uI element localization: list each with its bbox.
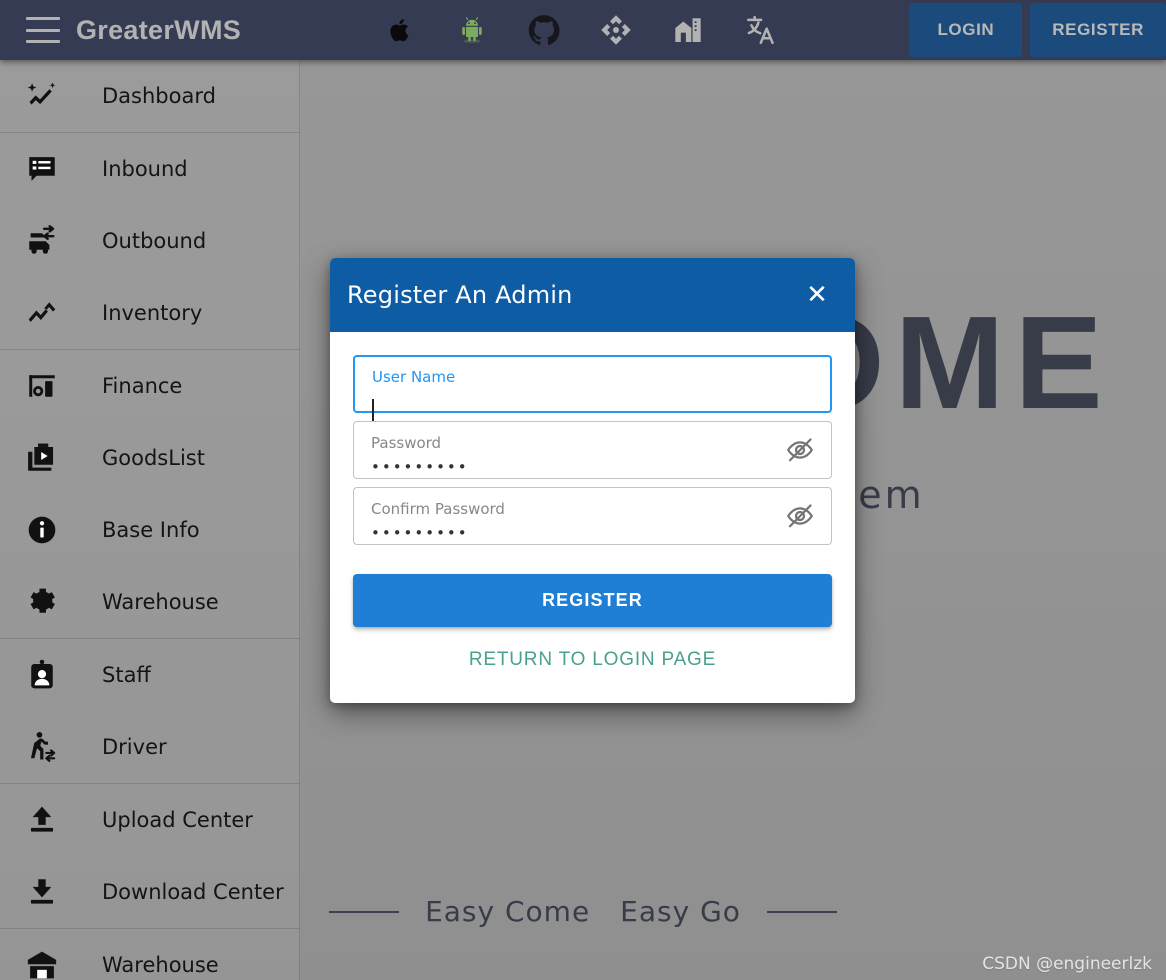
upload-arrow-icon bbox=[22, 800, 62, 840]
sidebar-item-label: Finance bbox=[102, 374, 183, 398]
sidebar-item-label: Warehouse bbox=[102, 953, 219, 977]
user-name-label: User Name bbox=[372, 368, 456, 386]
drawer-edge-divider bbox=[299, 60, 300, 980]
sidebar-drawer: Dashboard Inbound Outbound Inventory Finance… bbox=[0, 60, 300, 980]
info-circle-icon bbox=[22, 510, 62, 550]
inbound-list-icon bbox=[22, 149, 62, 189]
staff-badge-icon bbox=[22, 655, 62, 695]
warehouse-building-icon[interactable] bbox=[671, 13, 705, 47]
toolbar-icon-group bbox=[383, 13, 777, 47]
translate-icon[interactable] bbox=[743, 13, 777, 47]
confirm-password-field[interactable]: Confirm Password ••••••••• bbox=[353, 487, 832, 545]
sidebar-item-outbound[interactable]: Outbound bbox=[0, 205, 300, 277]
sidebar-item-base-info[interactable]: Base Info bbox=[0, 494, 300, 566]
submit-register-button[interactable]: REGISTER bbox=[353, 574, 832, 627]
gear-icon bbox=[22, 582, 62, 622]
sidebar-item-label: Outbound bbox=[102, 229, 207, 253]
sidebar-item-list: Dashboard Inbound Outbound Inventory Finance… bbox=[0, 60, 300, 980]
register-admin-dialog: Register An Admin ✕ User Name Password •••… bbox=[330, 258, 855, 703]
driver-walk-icon bbox=[22, 727, 62, 767]
password-input[interactable]: ••••••••• bbox=[371, 460, 469, 475]
sidebar-item-label: Warehouse bbox=[102, 590, 219, 614]
android-icon[interactable] bbox=[455, 13, 489, 47]
watermark: CSDN @engineerlzk bbox=[982, 954, 1152, 974]
login-button[interactable]: LOGIN bbox=[909, 3, 1023, 57]
dialog-title: Register An Admin bbox=[347, 281, 573, 309]
hamburger-menu-icon[interactable] bbox=[26, 17, 60, 43]
app-brand-title: GreaterWMS bbox=[76, 14, 242, 45]
confirm-password-label: Confirm Password bbox=[371, 500, 505, 518]
sidebar-item-upload-center[interactable]: Upload Center bbox=[0, 784, 300, 856]
quasar-icon[interactable] bbox=[599, 13, 633, 47]
register-button-top[interactable]: REGISTER bbox=[1030, 3, 1166, 57]
dashboard-sparkle-icon bbox=[22, 76, 62, 116]
sidebar-item-label: Base Info bbox=[102, 518, 200, 542]
sidebar-item-label: Staff bbox=[102, 663, 151, 687]
sidebar-item-warehouse[interactable]: Warehouse bbox=[0, 566, 300, 638]
sidebar-item-inventory[interactable]: Inventory bbox=[0, 277, 300, 349]
text-cursor bbox=[372, 399, 374, 421]
sidebar-item-dashboard[interactable]: Dashboard bbox=[0, 60, 300, 132]
finance-icon bbox=[22, 366, 62, 406]
toolbar-auth-buttons: LOGIN REGISTER bbox=[909, 0, 1166, 60]
top-toolbar: GreaterWMS LOGIN REGISTER bbox=[0, 0, 1166, 60]
user-name-input[interactable] bbox=[372, 394, 374, 421]
dialog-header: Register An Admin ✕ bbox=[330, 258, 855, 332]
inventory-chart-icon bbox=[22, 293, 62, 333]
password-label: Password bbox=[371, 434, 442, 452]
github-icon[interactable] bbox=[527, 13, 561, 47]
eye-off-icon[interactable] bbox=[783, 499, 817, 533]
sidebar-item-finance[interactable]: Finance bbox=[0, 350, 300, 422]
sidebar-item-driver[interactable]: Driver bbox=[0, 711, 300, 783]
sidebar-item-staff[interactable]: Staff bbox=[0, 639, 300, 711]
sidebar-item-inbound[interactable]: Inbound bbox=[0, 133, 300, 205]
sidebar-item-label: Inbound bbox=[102, 157, 188, 181]
form-fields: User Name Password ••••••••• Confirm Passwo… bbox=[353, 355, 832, 545]
sidebar-item-label: Dashboard bbox=[102, 84, 216, 108]
sidebar-item-label: Inventory bbox=[102, 301, 203, 325]
sidebar-item-label: Upload Center bbox=[102, 808, 253, 832]
sidebar-item-label: GoodsList bbox=[102, 446, 205, 470]
user-name-field[interactable]: User Name bbox=[353, 355, 832, 421]
sidebar-item-label: Driver bbox=[102, 735, 167, 759]
outbound-truck-icon bbox=[22, 221, 62, 261]
sidebar-item-label: Download Center bbox=[102, 880, 284, 904]
sidebar-item-goodslist[interactable]: GoodsList bbox=[0, 422, 300, 494]
dialog-body: User Name Password ••••••••• Confirm Passwo… bbox=[330, 332, 855, 703]
confirm-password-input[interactable]: ••••••••• bbox=[371, 526, 469, 541]
goods-briefcase-icon bbox=[22, 438, 62, 478]
password-field[interactable]: Password ••••••••• bbox=[353, 421, 832, 479]
sidebar-item-warehouse[interactable]: Warehouse bbox=[0, 929, 300, 980]
warehouse-home-icon bbox=[22, 945, 62, 980]
sidebar-item-download-center[interactable]: Download Center bbox=[0, 856, 300, 928]
apple-icon[interactable] bbox=[383, 13, 417, 47]
close-icon[interactable]: ✕ bbox=[801, 279, 833, 311]
download-arrow-icon bbox=[22, 872, 62, 912]
eye-off-icon[interactable] bbox=[783, 433, 817, 467]
return-to-login-link[interactable]: RETURN TO LOGIN PAGE bbox=[353, 649, 832, 671]
